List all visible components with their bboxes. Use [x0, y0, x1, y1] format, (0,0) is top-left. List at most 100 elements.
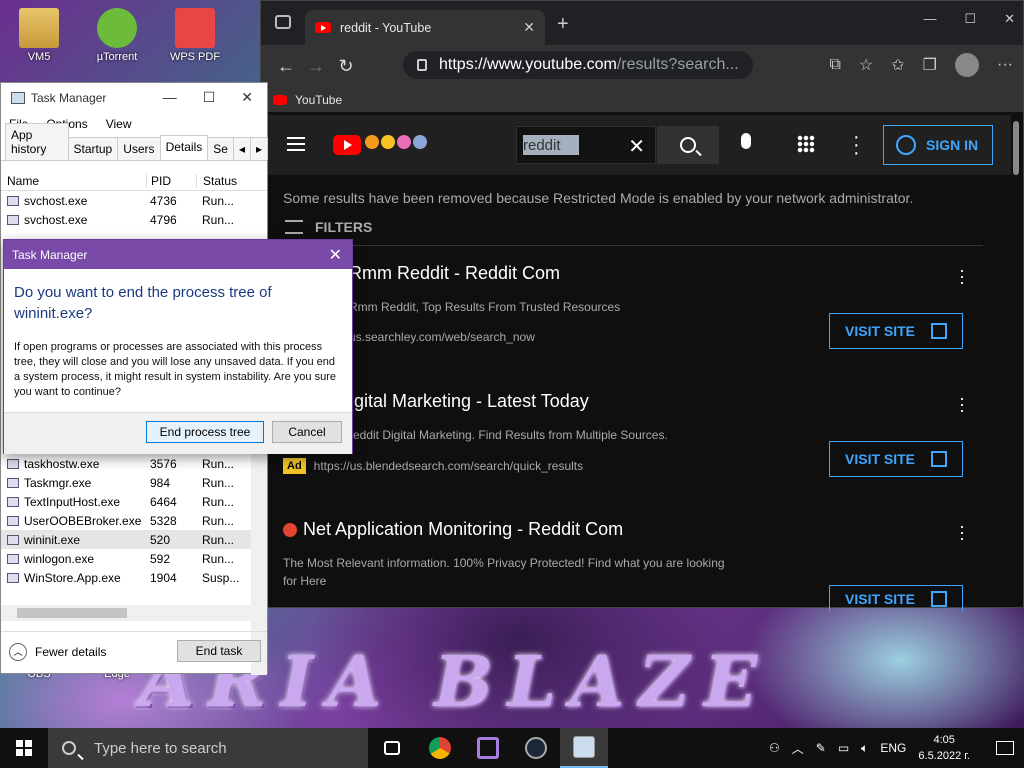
- search-button[interactable]: [657, 126, 719, 164]
- table-row[interactable]: wininit.exe 520 Run...: [1, 530, 253, 549]
- table-row[interactable]: svchost.exe 4736 Run...: [1, 191, 267, 210]
- add-favorite-icon[interactable]: ☆: [859, 55, 873, 75]
- refresh-icon[interactable]: ↻: [331, 56, 361, 77]
- desktop-icon-vm5[interactable]: VM5: [2, 8, 76, 63]
- result-title[interactable]: Net Application Monitoring - Reddit Com: [303, 519, 623, 540]
- youtube-logo[interactable]: [333, 135, 361, 155]
- table-row[interactable]: Taskmgr.exe 984 Run...: [1, 473, 253, 492]
- notification-icon[interactable]: [996, 741, 1014, 755]
- close-icon[interactable]: ✕: [241, 89, 253, 106]
- more-options-icon[interactable]: · · ·: [959, 389, 965, 419]
- task-view-button[interactable]: [368, 728, 416, 768]
- taskbar-cpu-app[interactable]: [464, 728, 512, 768]
- tab-users[interactable]: Users: [117, 137, 161, 160]
- minimize-icon[interactable]: —: [923, 11, 936, 27]
- collections-icon[interactable]: ❐: [923, 55, 937, 75]
- start-button[interactable]: [0, 728, 48, 768]
- table-row[interactable]: WinStore.App.exe 1904 Susp...: [1, 568, 253, 587]
- column-pid[interactable]: PID: [146, 174, 196, 188]
- clock[interactable]: 4:05 6.5.2022 г.: [918, 732, 970, 764]
- new-tab-icon[interactable]: +: [557, 13, 569, 36]
- taskbar-chrome[interactable]: [416, 728, 464, 768]
- tab-services[interactable]: Se: [207, 137, 234, 160]
- search-icon: [680, 137, 696, 153]
- table-row[interactable]: TextInputHost.exe 6464 Run...: [1, 492, 253, 511]
- url-field[interactable]: https://www.youtube.com/results?search..…: [403, 51, 753, 79]
- settings-menu-icon[interactable]: · · ·: [853, 127, 860, 163]
- maximize-icon[interactable]: ☐: [964, 11, 976, 27]
- page-scrollbar[interactable]: [1013, 121, 1019, 175]
- taskbar-search[interactable]: Type here to search: [48, 728, 368, 768]
- end-task-button[interactable]: End task: [177, 640, 261, 662]
- volume-icon[interactable]: 🔈︎: [861, 741, 868, 756]
- result-title[interactable]: Rmm Reddit - Reddit Com: [349, 263, 983, 284]
- table-row[interactable]: svchost.exe 4796 Run...: [1, 210, 267, 229]
- table-row[interactable]: UserOOBEBroker.exe 5328 Run...: [1, 511, 253, 530]
- desktop-icon-wps-pdf[interactable]: WPS PDF: [158, 8, 232, 63]
- forward-icon[interactable]: →: [301, 56, 331, 77]
- tab-title: reddit - YouTube: [340, 20, 432, 35]
- favorites-icon[interactable]: ✩: [891, 55, 904, 75]
- filters-button[interactable]: FILTERS: [285, 219, 372, 235]
- show-hidden-icons-icon[interactable]: ︿: [792, 740, 804, 757]
- more-icon[interactable]: ···: [997, 56, 1013, 74]
- process-status: Run...: [202, 494, 235, 509]
- process-pid: 984: [150, 475, 171, 490]
- ad-result[interactable]: Digital Marketing - Latest Today r Reddi…: [283, 389, 983, 477]
- more-options-icon[interactable]: · · ·: [959, 517, 965, 547]
- tab-actions-icon[interactable]: [275, 15, 291, 29]
- close-tab-icon[interactable]: ✕: [523, 19, 535, 36]
- people-icon[interactable]: ⚇: [769, 741, 780, 755]
- browser-tab[interactable]: reddit - YouTube ✕: [305, 10, 545, 45]
- table-row[interactable]: taskhostw.exe 3576 Run...: [1, 454, 253, 473]
- menu-view[interactable]: View: [106, 117, 132, 131]
- cancel-button[interactable]: Cancel: [272, 421, 342, 443]
- tab-scroll-right-icon[interactable]: ▸: [249, 137, 268, 160]
- taskbar-steam[interactable]: [512, 728, 560, 768]
- visit-site-button[interactable]: VISIT SITE: [829, 313, 963, 349]
- end-process-tree-button[interactable]: End process tree: [146, 421, 264, 443]
- close-icon[interactable]: ✕: [1004, 11, 1015, 27]
- search-input[interactable]: [523, 135, 579, 155]
- ad-result[interactable]: Rmm Reddit - Reddit Com Rmm Reddit, Top …: [283, 261, 983, 349]
- column-name[interactable]: Name: [1, 174, 146, 188]
- visit-site-button[interactable]: VISIT SITE: [829, 585, 963, 611]
- table-row[interactable]: winlogon.exe 592 Run...: [1, 549, 253, 568]
- tab-scroll-left-icon[interactable]: ◂: [232, 137, 251, 160]
- vm-user-icon: [19, 8, 59, 48]
- fewer-details-link[interactable]: Fewer details: [35, 645, 106, 659]
- apps-grid-icon[interactable]: [797, 135, 815, 153]
- language-indicator[interactable]: ENG: [880, 741, 906, 755]
- taskbar-task-manager[interactable]: [560, 728, 608, 768]
- more-options-icon[interactable]: · · ·: [959, 261, 965, 291]
- microphone-icon[interactable]: [741, 133, 751, 149]
- ad-result[interactable]: Net Application Monitoring - Reddit Com …: [283, 517, 983, 611]
- column-status[interactable]: Status: [196, 174, 250, 188]
- result-url: https://us.blendedsearch.com/search/quic…: [313, 459, 584, 473]
- clear-search-icon[interactable]: ✕: [628, 134, 645, 159]
- desktop-icon-utorrent[interactable]: µTorrent: [80, 8, 154, 63]
- scroll-thumb[interactable]: [17, 608, 127, 618]
- visit-site-button[interactable]: VISIT SITE: [829, 441, 963, 477]
- app-available-icon[interactable]: ⧉: [829, 56, 840, 74]
- feather-icon[interactable]: ✎: [816, 741, 826, 755]
- maximize-icon[interactable]: ☐: [203, 89, 216, 106]
- horizontal-scrollbar[interactable]: [1, 605, 253, 621]
- back-icon[interactable]: ←: [271, 56, 301, 77]
- profile-avatar[interactable]: [955, 53, 980, 77]
- windows-icon: [16, 740, 32, 756]
- youtube-doodle[interactable]: [365, 135, 427, 149]
- sign-in-button[interactable]: SIGN IN: [883, 125, 993, 165]
- minimize-icon[interactable]: —: [163, 89, 177, 106]
- tab-app-history[interactable]: App history: [5, 123, 69, 160]
- close-icon[interactable]: ✕: [329, 245, 342, 265]
- tab-startup[interactable]: Startup: [67, 137, 119, 160]
- favorite-youtube[interactable]: YouTube: [295, 93, 342, 107]
- network-icon[interactable]: ▭: [838, 741, 849, 755]
- menu-icon[interactable]: [287, 137, 305, 151]
- wps-pdf-icon: [175, 8, 215, 48]
- result-description: The Most Relevant information. 100% Priv…: [283, 556, 725, 588]
- tab-details[interactable]: Details: [159, 135, 209, 160]
- chevron-up-icon[interactable]: ︿: [9, 642, 27, 661]
- result-title[interactable]: Digital Marketing - Latest Today: [337, 391, 983, 412]
